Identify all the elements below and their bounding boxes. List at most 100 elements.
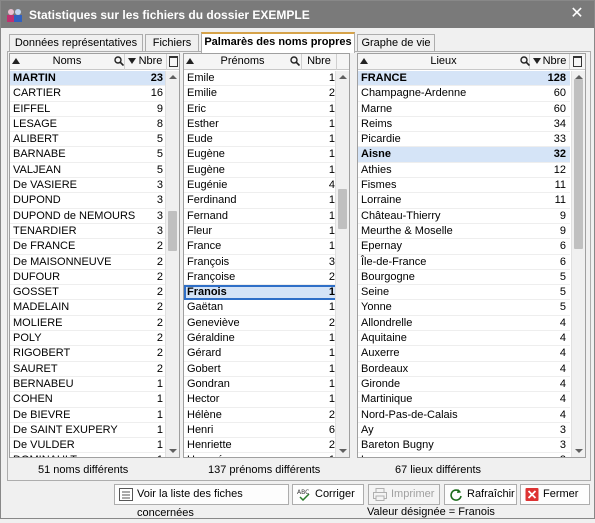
prenoms-row[interactable]: Gaëtan 1 — [184, 300, 337, 316]
search-icon[interactable] — [290, 56, 300, 66]
noms-row[interactable]: MOLIERE 2 — [10, 316, 167, 332]
noms-row[interactable]: De BIEVRE 1 — [10, 408, 167, 423]
tab-palmares[interactable]: Palmarès des noms propres — [201, 32, 355, 53]
scroll-thumb[interactable] — [168, 211, 177, 251]
noms-row[interactable]: TENARDIER 3 — [10, 224, 167, 240]
search-icon[interactable] — [114, 56, 124, 66]
lieux-row[interactable]: Fismes 11 — [358, 178, 570, 194]
noms-row[interactable]: RIGOBERT 2 — [10, 346, 167, 362]
prenoms-count-header[interactable]: Nbre — [302, 54, 337, 70]
noms-row[interactable]: BARNABE 5 — [10, 147, 167, 163]
scroll-up-icon[interactable] — [339, 75, 347, 79]
noms-row[interactable]: DUPOND 3 — [10, 193, 167, 209]
lieux-row[interactable]: Bareton Bugny 3 — [358, 438, 570, 454]
prenoms-row[interactable]: Eugénie 4 — [184, 178, 337, 194]
prenoms-scrollbar[interactable] — [335, 71, 349, 457]
lieux-row[interactable]: Aisne 32 — [358, 147, 570, 163]
scroll-thumb[interactable] — [574, 79, 583, 249]
tab-graphe[interactable]: Graphe de vie — [357, 34, 435, 52]
lieux-count-header[interactable]: Nbre — [530, 54, 570, 70]
noms-scrollbar[interactable] — [165, 71, 179, 457]
noms-row[interactable]: EIFFEL 9 — [10, 102, 167, 117]
noms-row[interactable]: MARTIN 23 — [10, 71, 167, 87]
prenoms-grid[interactable]: Prénoms Nbre Emile 1 Emilie 2 Eric 1 Esther 1 Eu… — [183, 53, 350, 458]
lieux-scrollbar[interactable] — [571, 71, 585, 457]
lieux-row[interactable]: Bordeaux 4 — [358, 362, 570, 377]
lieux-row[interactable]: Athies 12 — [358, 163, 570, 179]
noms-row[interactable]: VALJEAN 5 — [10, 163, 167, 179]
prenoms-row[interactable]: François 3 — [184, 255, 337, 270]
lieux-row[interactable]: Longwy 3 — [358, 453, 570, 457]
noms-column-header[interactable]: Noms — [10, 54, 125, 70]
noms-row[interactable]: POLY 2 — [10, 331, 167, 347]
prenoms-row[interactable]: Gondran 1 — [184, 377, 337, 393]
imprimer-button[interactable]: Imprimer — [368, 484, 440, 505]
lieux-row[interactable]: Picardie 33 — [358, 132, 570, 148]
prenoms-row[interactable]: Eric 1 — [184, 102, 337, 117]
noms-row[interactable]: GOSSET 2 — [10, 285, 167, 301]
tab-donnees[interactable]: Données représentatives — [9, 34, 143, 52]
prenoms-row[interactable]: Fleur 1 — [184, 224, 337, 240]
lieux-row[interactable]: Meurthe & Moselle 9 — [358, 224, 570, 240]
prenoms-row[interactable]: Emile 1 — [184, 71, 337, 87]
prenoms-row[interactable]: Eugène 1 — [184, 163, 337, 179]
noms-grid[interactable]: Noms Nbre MARTIN 23 CARTIER 16 EIFFEL 9 LESAGE… — [9, 53, 180, 458]
prenoms-row[interactable]: Eugène 1 — [184, 147, 337, 163]
scroll-down-icon[interactable] — [575, 449, 583, 453]
lieux-row[interactable]: Champagne-Ardenne 60 — [358, 86, 570, 102]
noms-row[interactable]: MADELAIN 2 — [10, 300, 167, 316]
lieux-row[interactable]: Martinique 4 — [358, 392, 570, 408]
prenoms-row[interactable]: Gérard 1 — [184, 346, 337, 362]
prenoms-row[interactable]: Franois 1 — [184, 285, 337, 301]
rafraichir-button[interactable]: Rafraîchir — [444, 484, 517, 505]
lieux-column-header[interactable]: Lieux — [358, 54, 530, 70]
tab-fichiers[interactable]: Fichiers — [145, 34, 199, 52]
lieux-row[interactable]: Yonne 5 — [358, 300, 570, 316]
lieux-row[interactable]: Marne 60 — [358, 102, 570, 117]
prenoms-row[interactable]: Emilie 2 — [184, 86, 337, 102]
prenoms-row[interactable]: Ferdinand 1 — [184, 193, 337, 209]
lieux-row[interactable]: Île-de-France 6 — [358, 255, 570, 270]
noms-row[interactable]: LESAGE 8 — [10, 117, 167, 133]
lieux-row[interactable]: Auxerre 4 — [358, 346, 570, 362]
prenoms-row[interactable]: Gobert 1 — [184, 362, 337, 377]
trash-icon[interactable] — [573, 56, 582, 67]
lieux-row[interactable]: Nord-Pas-de-Calais 4 — [358, 408, 570, 423]
lieux-row[interactable]: Ay 3 — [358, 423, 570, 439]
close-icon[interactable]: ✕ — [568, 5, 586, 23]
noms-row[interactable]: ALIBERT 5 — [10, 132, 167, 148]
lieux-row[interactable]: Gironde 4 — [358, 377, 570, 393]
lieux-grid[interactable]: Lieux Nbre FRANCE 128 Champagne-Ardenne 60 M… — [357, 53, 586, 458]
prenoms-row[interactable]: Eude 1 — [184, 132, 337, 148]
scroll-down-icon[interactable] — [339, 449, 347, 453]
prenoms-row[interactable]: Honoré 1 — [184, 453, 337, 457]
search-icon[interactable] — [520, 56, 530, 66]
fermer-button[interactable]: Fermer — [520, 484, 590, 505]
voir-liste-button[interactable]: Voir la liste des fiches concernées — [114, 484, 289, 519]
lieux-row[interactable]: Lorraine 11 — [358, 193, 570, 209]
prenoms-row[interactable]: Géraldine 1 — [184, 331, 337, 347]
prenoms-row[interactable]: Françoise 2 — [184, 270, 337, 286]
noms-row[interactable]: De MAISONNEUVE 2 — [10, 255, 167, 270]
noms-row[interactable]: BERNABEU 1 — [10, 377, 167, 393]
prenoms-row[interactable]: Geneviève 2 — [184, 316, 337, 332]
lieux-row[interactable]: Bourgogne 5 — [358, 270, 570, 286]
scroll-down-icon[interactable] — [169, 449, 177, 453]
noms-row[interactable]: De SAINT EXUPERY 1 — [10, 423, 167, 439]
scroll-thumb[interactable] — [338, 189, 347, 229]
noms-row[interactable]: De FRANCE 2 — [10, 239, 167, 255]
noms-row[interactable]: DUFOUR 2 — [10, 270, 167, 286]
prenoms-row[interactable]: Henri 6 — [184, 423, 337, 439]
trash-icon[interactable] — [169, 56, 178, 67]
prenoms-row[interactable]: Hector 1 — [184, 392, 337, 408]
lieux-row[interactable]: Epernay 6 — [358, 239, 570, 255]
noms-row[interactable]: DOMINAULT 1 — [10, 453, 167, 457]
lieux-row[interactable]: Seine 5 — [358, 285, 570, 301]
noms-row[interactable]: SAURET 2 — [10, 362, 167, 377]
corriger-button[interactable]: ABC Corriger — [292, 484, 364, 505]
lieux-row[interactable]: Allondrelle 4 — [358, 316, 570, 332]
lieux-row[interactable]: Reims 34 — [358, 117, 570, 133]
prenoms-column-header[interactable]: Prénoms — [184, 54, 302, 70]
noms-count-header[interactable]: Nbre — [125, 54, 167, 70]
prenoms-row[interactable]: Henriette 2 — [184, 438, 337, 454]
